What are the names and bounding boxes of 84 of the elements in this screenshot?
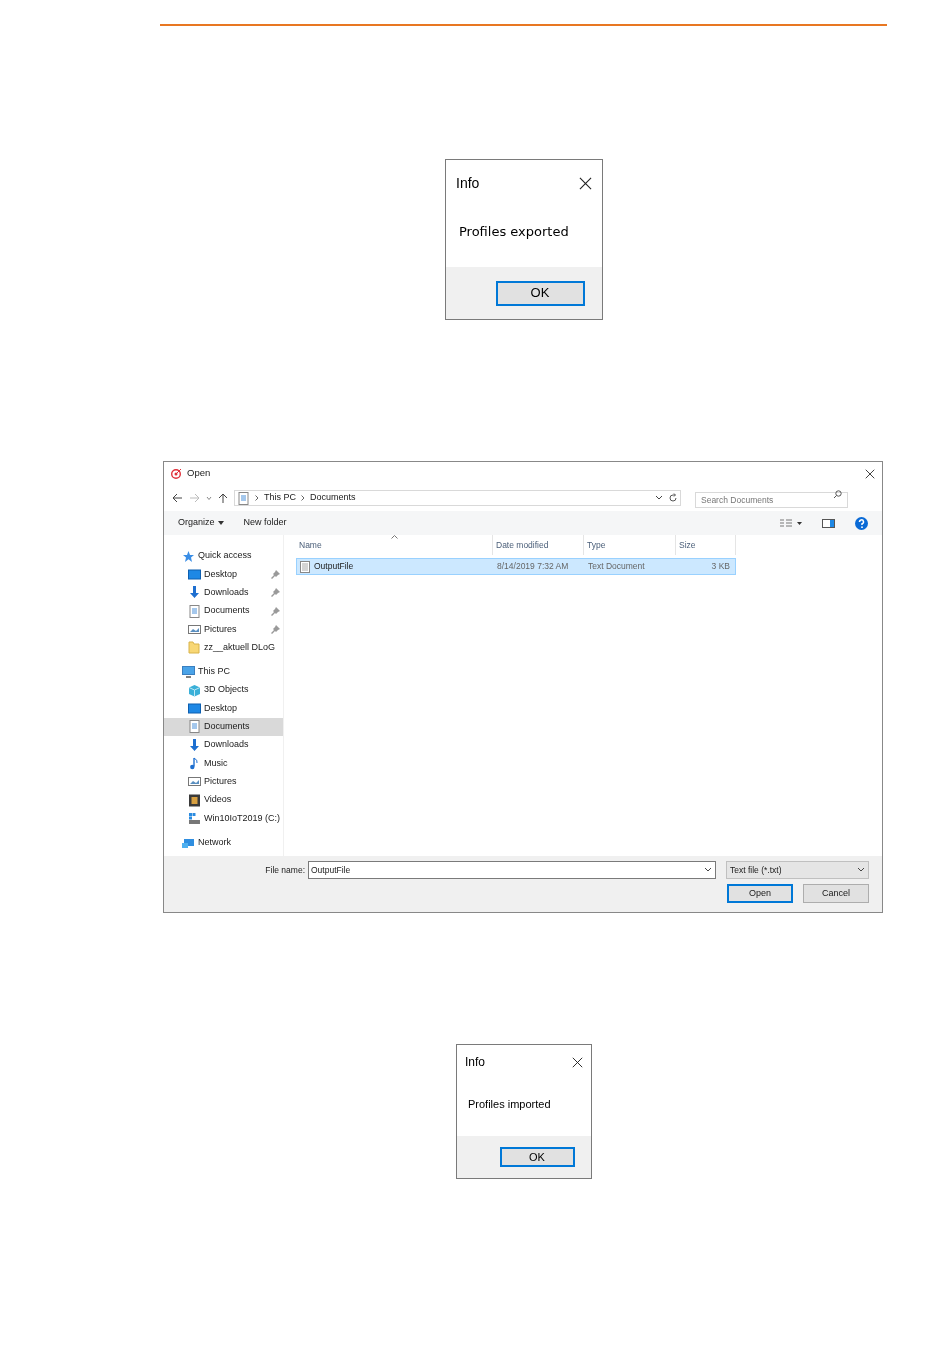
down-arrow-icon — [188, 586, 201, 600]
pin-icon — [271, 569, 280, 579]
search-icon — [833, 489, 842, 499]
search-field[interactable]: Search Documents — [695, 492, 848, 508]
view-options-icon[interactable] — [780, 519, 802, 527]
nav-item[interactable]: Network — [164, 833, 283, 852]
file-name: OutputFile — [314, 560, 354, 573]
pin-icon — [271, 606, 280, 616]
chevron-right-icon — [255, 495, 259, 501]
close-icon[interactable] — [579, 176, 592, 190]
nav-item[interactable]: Pictures — [164, 620, 283, 639]
chevron-down-icon — [704, 867, 712, 873]
music-note-icon — [188, 756, 201, 770]
chevron-down-icon[interactable] — [655, 495, 663, 501]
chevron-right-icon — [301, 495, 305, 501]
open-button[interactable]: Open — [727, 884, 793, 903]
file-name-field[interactable]: OutputFile — [308, 861, 716, 879]
column-header[interactable]: Name — [296, 535, 493, 555]
nav-item[interactable]: This PC — [164, 662, 283, 682]
picture-icon — [188, 775, 201, 789]
computer-icon — [182, 665, 195, 679]
column-header[interactable]: Date modified — [493, 535, 584, 555]
file-size: 3 KB — [710, 560, 731, 573]
cube-icon — [188, 683, 201, 697]
cancel-button[interactable]: Cancel — [803, 884, 869, 903]
help-icon[interactable] — [855, 516, 868, 530]
ok-button[interactable]: OK — [495, 280, 585, 306]
target-icon — [171, 468, 182, 479]
organize-menu[interactable]: Organize — [178, 516, 224, 530]
close-icon[interactable] — [865, 468, 875, 479]
column-header[interactable]: Type — [584, 535, 676, 555]
nav-item[interactable]: Downloads — [164, 735, 283, 755]
address-bar[interactable]: This PC Documents — [234, 490, 681, 506]
dialog-title: Info — [465, 1054, 485, 1071]
document-icon — [237, 491, 250, 505]
chevron-down-icon — [857, 867, 865, 873]
nav-item[interactable]: zz__aktuell DLoG — [164, 638, 283, 657]
star-icon — [182, 549, 195, 563]
network-icon — [182, 836, 195, 850]
nav-item[interactable]: Documents — [164, 717, 283, 736]
nav-item[interactable]: Documents — [164, 601, 283, 621]
caret-icon[interactable] — [206, 495, 212, 501]
breadcrumb-item[interactable]: Documents — [310, 491, 356, 505]
caret-icon — [217, 521, 224, 525]
window-title: Open — [187, 466, 211, 481]
file-date: 8/14/2019 7:32 AM — [496, 560, 570, 573]
dialog-message: Profiles imported — [468, 1097, 551, 1113]
monitor-icon — [188, 567, 201, 581]
nav-item[interactable]: Downloads — [164, 583, 283, 602]
nav-item[interactable]: 3D Objects — [164, 681, 283, 700]
folder-icon — [188, 641, 201, 655]
file-row[interactable]: OutputFile 8/14/2019 7:32 AM Text Document 3 KB — [296, 558, 736, 575]
document-icon — [188, 604, 201, 618]
nav-item[interactable]: Quick access — [164, 547, 283, 566]
refresh-icon[interactable] — [668, 493, 678, 503]
breadcrumb-item[interactable]: This PC — [264, 491, 296, 505]
nav-item[interactable]: Desktop — [164, 699, 283, 718]
ok-button[interactable]: OK — [499, 1147, 575, 1167]
file-type: Text Document — [587, 560, 646, 573]
nav-item[interactable]: Videos — [164, 790, 283, 810]
file-type-dropdown[interactable]: Text file (*.txt) — [726, 861, 869, 879]
close-icon[interactable] — [572, 1056, 583, 1068]
text-file-icon — [300, 560, 310, 573]
nav-item[interactable]: Win10IoT2019 (C:) — [164, 809, 283, 828]
document-icon — [188, 720, 201, 734]
pin-icon — [271, 588, 280, 598]
dialog-message: Profiles exported — [459, 222, 569, 241]
new-folder-button[interactable]: New folder — [243, 516, 287, 530]
sort-caret-icon — [391, 535, 398, 539]
monitor-icon — [188, 702, 201, 715]
nav-item[interactable]: Music — [164, 754, 283, 773]
column-header[interactable]: Size — [676, 535, 736, 555]
nav-item[interactable]: Pictures — [164, 772, 283, 791]
film-icon — [188, 793, 201, 807]
file-name-label: File name: — [265, 863, 305, 877]
up-arrow-icon[interactable] — [218, 492, 228, 504]
down-arrow-icon — [188, 738, 201, 752]
drive-icon — [188, 811, 201, 825]
nav-item[interactable]: Desktop — [164, 565, 283, 584]
picture-icon — [188, 622, 201, 636]
pin-icon — [271, 624, 280, 634]
back-arrow-icon[interactable] — [172, 493, 183, 503]
dialog-title: Info — [456, 173, 480, 193]
preview-pane-icon[interactable] — [822, 518, 835, 528]
